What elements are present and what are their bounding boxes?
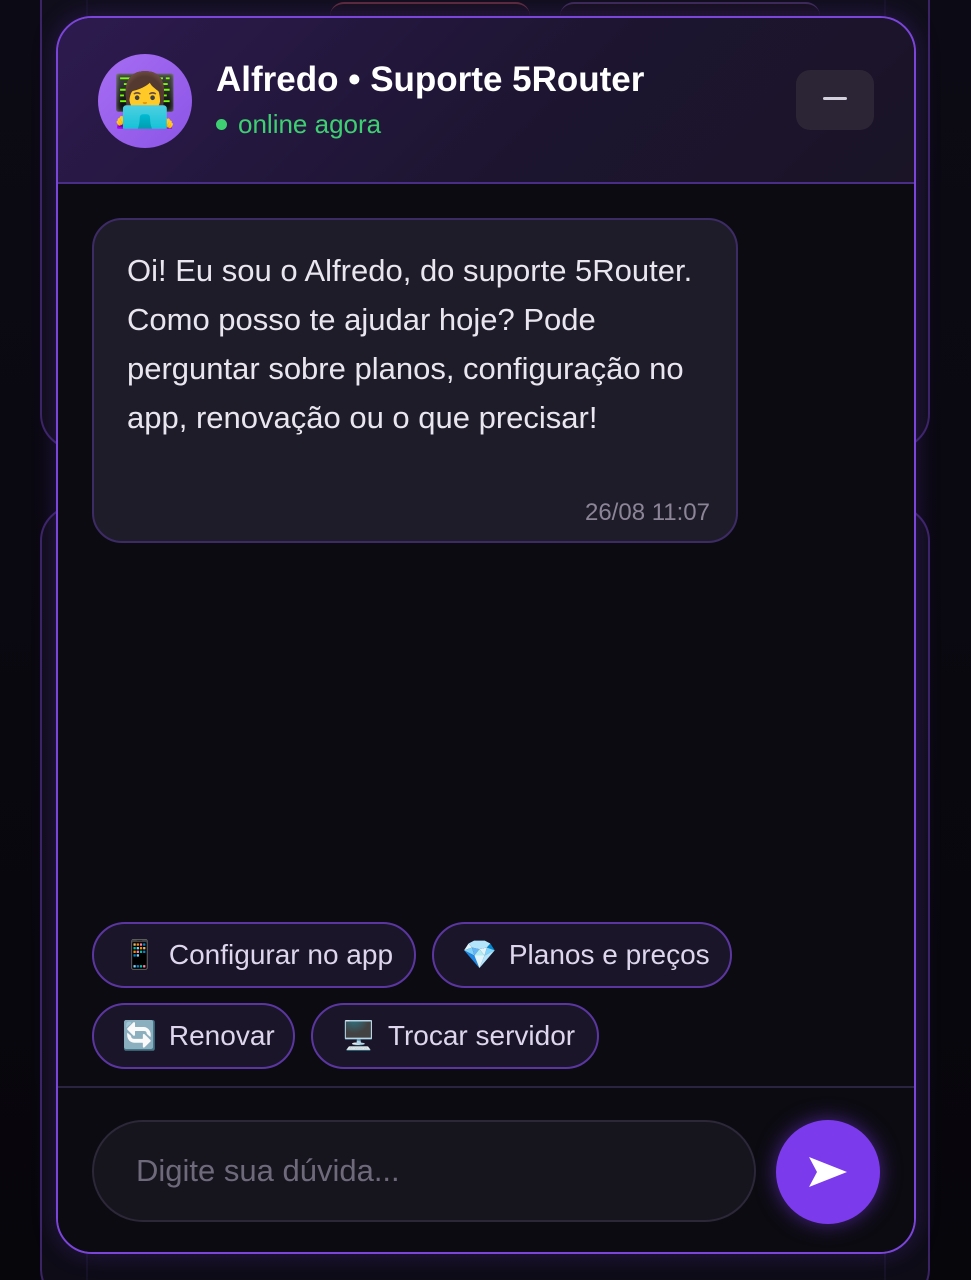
minus-icon (823, 97, 847, 100)
mobile-phone-icon: 📱 (122, 939, 157, 970)
agent-status: online agora (216, 109, 381, 140)
send-arrow-icon (809, 1157, 847, 1187)
quick-reply-renew[interactable]: 🔄 Renovar (92, 1003, 295, 1069)
quick-reply-plans-prices[interactable]: 💎 Planos e preços (432, 922, 732, 988)
woman-technologist-icon: 👩‍💻 (112, 72, 178, 130)
message-composer (58, 1086, 914, 1252)
quick-reply-label: Renovar (168, 1020, 275, 1051)
message-input-wrapper[interactable] (92, 1120, 756, 1222)
message-list[interactable]: Oi! Eu sou o Alfredo, do suporte 5Router… (58, 184, 914, 914)
agent-avatar: 👩‍💻 (98, 54, 192, 148)
support-chat-window: 👩‍💻 Alfredo • Suporte 5Router online ago… (56, 16, 916, 1254)
agent-message-bubble: Oi! Eu sou o Alfredo, do suporte 5Router… (92, 218, 738, 543)
desktop-computer-icon: 🖥️ (341, 1020, 376, 1051)
message-text: Oi! Eu sou o Alfredo, do suporte 5Router… (127, 253, 693, 435)
agent-name: Alfredo • Suporte 5Router (216, 60, 645, 99)
quick-reply-configure-app[interactable]: 📱 Configurar no app (92, 922, 416, 988)
send-button[interactable] (776, 1120, 880, 1224)
minimize-button[interactable] (796, 70, 874, 130)
quick-reply-change-server[interactable]: 🖥️ Trocar servidor (311, 1003, 599, 1069)
message-timestamp: 26/08 11:07 (584, 499, 710, 526)
chat-header: 👩‍💻 Alfredo • Suporte 5Router online ago… (58, 18, 914, 184)
quick-reply-label: Configurar no app (168, 939, 394, 970)
quick-reply-label: Planos e preços (508, 939, 710, 970)
online-dot-icon (216, 119, 227, 130)
message-input[interactable] (136, 1153, 754, 1189)
refresh-icon: 🔄 (122, 1020, 157, 1051)
gem-icon: 💎 (462, 939, 497, 970)
status-text: online agora (238, 109, 382, 139)
quick-reply-label: Trocar servidor (387, 1020, 576, 1051)
